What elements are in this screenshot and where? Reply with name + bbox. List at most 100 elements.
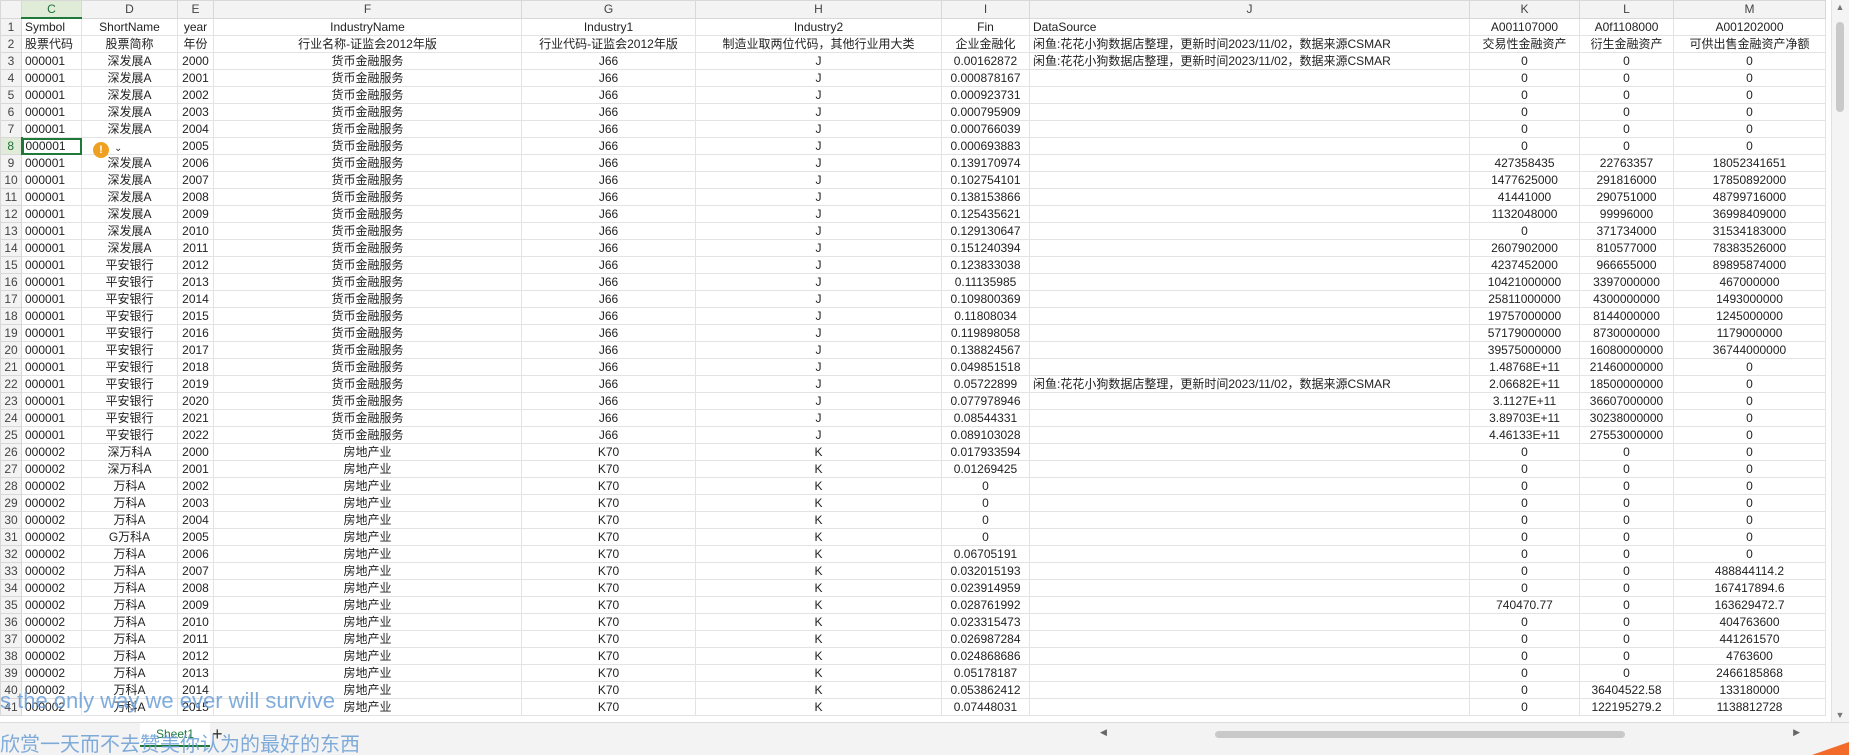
cell[interactable]: 房地产业 (213, 545, 522, 563)
cell[interactable]: 0 (1469, 579, 1580, 597)
cell[interactable]: 2015 (177, 307, 214, 325)
cell[interactable]: 货币金融服务 (213, 409, 522, 427)
spreadsheet-grid[interactable]: CDEFGHIJKLM 1 Symbol ShortName year Industry… (0, 0, 1832, 722)
cell[interactable]: 交易性金融资产 (1469, 35, 1580, 53)
cell[interactable] (1029, 443, 1470, 461)
cell[interactable]: 000002 (21, 698, 82, 716)
cell[interactable]: 2000 (177, 443, 214, 461)
cell[interactable]: J66 (521, 392, 696, 410)
cell[interactable]: 平安银行 (81, 324, 178, 342)
cell[interactable]: 19757000000 (1469, 307, 1580, 325)
column-header-g[interactable]: G (521, 0, 696, 19)
cell[interactable] (1029, 664, 1470, 682)
cell[interactable]: 0.032015193 (941, 562, 1030, 580)
cell[interactable]: 0.089103028 (941, 426, 1030, 444)
row-number[interactable]: 13 (0, 222, 22, 240)
cell[interactable]: 0 (1469, 477, 1580, 495)
cell[interactable]: K70 (521, 681, 696, 699)
cell[interactable]: 0.129130647 (941, 222, 1030, 240)
cell[interactable]: 房地产业 (213, 647, 522, 665)
cell[interactable]: 0.125435621 (941, 205, 1030, 223)
cell[interactable]: K (695, 545, 942, 563)
cell[interactable]: J66 (521, 341, 696, 359)
cell[interactable]: 0 (1469, 562, 1580, 580)
cell[interactable]: 平安银行 (81, 426, 178, 444)
cell[interactable]: 万科A (81, 562, 178, 580)
cell[interactable] (1029, 324, 1470, 342)
cell[interactable]: 2020 (177, 392, 214, 410)
cell[interactable]: K (695, 511, 942, 529)
cell[interactable]: Fin (941, 17, 1030, 36)
cell[interactable]: 2012 (177, 647, 214, 665)
cell[interactable]: 货币金融服务 (213, 426, 522, 444)
row-number[interactable]: 28 (0, 477, 22, 495)
cell[interactable]: 16080000000 (1579, 341, 1674, 359)
cell[interactable]: J (695, 171, 942, 189)
cell[interactable]: 0 (1673, 494, 1826, 512)
cell[interactable]: 4300000000 (1579, 290, 1674, 308)
cell[interactable]: 8144000000 (1579, 307, 1674, 325)
cell[interactable]: J66 (521, 256, 696, 274)
cell[interactable] (1029, 494, 1470, 512)
cell[interactable]: 货币金融服务 (213, 256, 522, 274)
cell[interactable]: 291816000 (1579, 171, 1674, 189)
cell[interactable]: K70 (521, 545, 696, 563)
cell[interactable]: 房地产业 (213, 528, 522, 546)
row-number[interactable]: 36 (0, 613, 22, 631)
cell[interactable]: 2013 (177, 273, 214, 291)
cell[interactable]: 0.077978946 (941, 392, 1030, 410)
cell[interactable]: 深发展A (81, 239, 178, 257)
cell[interactable]: 000001 (21, 358, 82, 376)
cell[interactable]: 404763600 (1673, 613, 1826, 631)
cell[interactable]: 货币金融服务 (213, 341, 522, 359)
cell[interactable]: 货币金融服务 (213, 273, 522, 291)
cell[interactable]: 万科A (81, 511, 178, 529)
cell[interactable] (1029, 290, 1470, 308)
row-number[interactable]: 5 (0, 86, 22, 104)
cell[interactable]: J66 (521, 86, 696, 104)
cell[interactable]: 000001 (21, 273, 82, 291)
cell[interactable]: 0 (1673, 477, 1826, 495)
cell[interactable]: 133180000 (1673, 681, 1826, 699)
cell[interactable]: J (695, 409, 942, 427)
cell[interactable]: 000002 (21, 562, 82, 580)
cell[interactable]: K (695, 596, 942, 614)
cell[interactable] (1029, 307, 1470, 325)
cell[interactable]: 房地产业 (213, 443, 522, 461)
cell[interactable]: 0.053862412 (941, 681, 1030, 699)
cell[interactable]: 2003 (177, 103, 214, 121)
cell[interactable]: 万科A (81, 579, 178, 597)
row-number[interactable]: 22 (0, 375, 22, 393)
cell[interactable]: J (695, 256, 942, 274)
cell[interactable] (1029, 222, 1470, 240)
cell[interactable]: 000001 (21, 188, 82, 206)
cell[interactable]: 2010 (177, 613, 214, 631)
cell[interactable]: 0.028761992 (941, 596, 1030, 614)
cell[interactable] (1029, 103, 1470, 121)
warning-icon[interactable]: ! (93, 142, 109, 158)
cell[interactable]: 深发展A (81, 154, 178, 172)
cell[interactable]: 0.000766039 (941, 120, 1030, 138)
cell[interactable]: 0.000923731 (941, 86, 1030, 104)
cell[interactable]: 0 (1469, 613, 1580, 631)
cell[interactable]: 57179000000 (1469, 324, 1580, 342)
cell[interactable]: 0 (1579, 69, 1674, 87)
cell[interactable]: 000001 (21, 392, 82, 410)
cell[interactable] (1029, 69, 1470, 87)
cell[interactable]: 0 (1673, 460, 1826, 478)
cell[interactable]: J (695, 324, 942, 342)
row-number[interactable]: 37 (0, 630, 22, 648)
cell[interactable]: 万科A (81, 630, 178, 648)
cell[interactable]: J (695, 358, 942, 376)
cell[interactable]: 0.08544331 (941, 409, 1030, 427)
cell[interactable]: 36404522.58 (1579, 681, 1674, 699)
cell[interactable]: 0.151240394 (941, 239, 1030, 257)
cell[interactable]: 2009 (177, 596, 214, 614)
cell[interactable]: 966655000 (1579, 256, 1674, 274)
cell[interactable]: 000001 (21, 256, 82, 274)
cell[interactable]: 122195279.2 (1579, 698, 1674, 716)
cell[interactable]: 0 (1579, 494, 1674, 512)
cell[interactable]: 股票简称 (81, 35, 178, 53)
cell[interactable]: 货币金融服务 (213, 120, 522, 138)
row-number[interactable]: 20 (0, 341, 22, 359)
